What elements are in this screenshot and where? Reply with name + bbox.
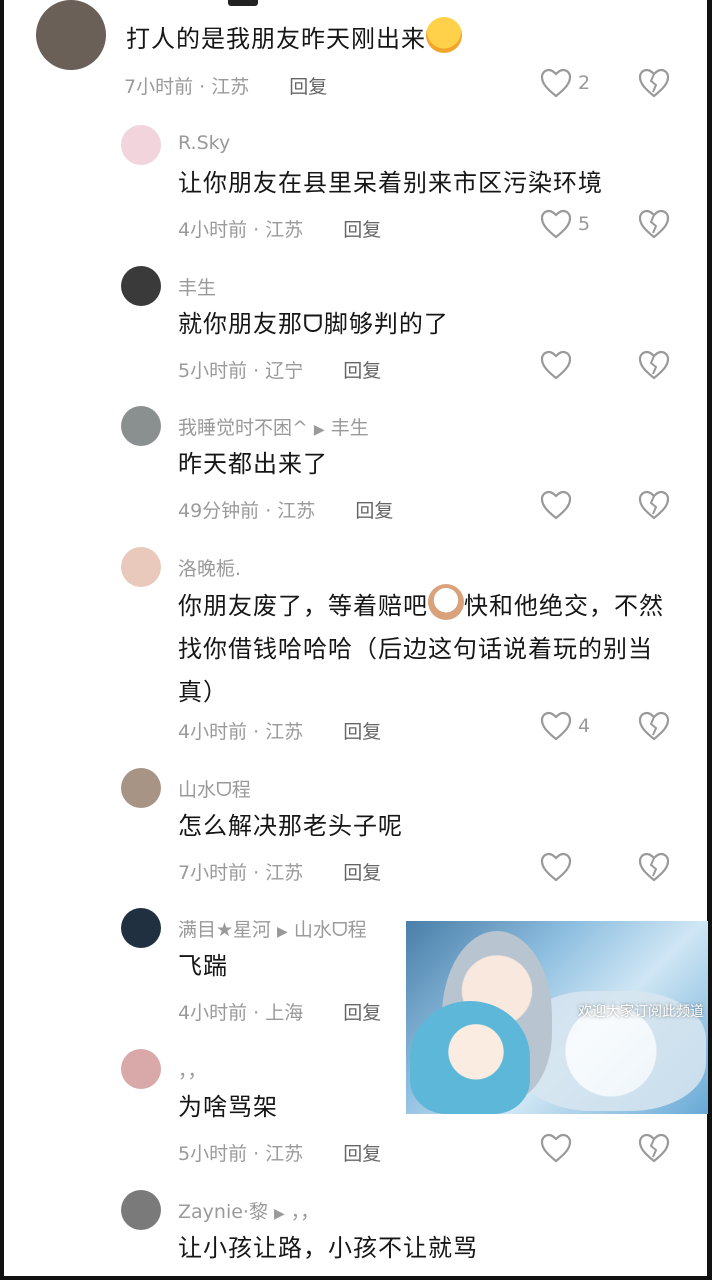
heart-outline-icon [540, 68, 572, 98]
like-button[interactable] [540, 350, 572, 380]
broken-heart-outline-icon [638, 490, 670, 520]
like-button[interactable]: 2 [540, 68, 590, 98]
play-triangle-icon: ▶ [277, 924, 288, 940]
broken-heart-outline-icon [638, 68, 670, 98]
broken-heart-outline-icon [638, 209, 670, 239]
like-count: 5 [578, 213, 591, 235]
reply-to-username[interactable]: 丰生 [331, 417, 369, 439]
reply-button[interactable]: 回复 [343, 721, 381, 743]
reply-button[interactable]: 回复 [343, 219, 381, 241]
comment-username[interactable]: R.Sky [178, 132, 230, 154]
dog-face-emoji-icon [428, 584, 464, 620]
comment-meta: 7小时前 · 江苏 回复 [178, 858, 381, 885]
broken-heart-outline-icon [638, 1133, 670, 1163]
comment-time-location: 7小时前 · 江苏 [178, 862, 304, 884]
status-notch [228, 0, 258, 6]
crying-laughing-emoji-icon [426, 17, 462, 53]
comment-username-text[interactable]: 满目★星河 [178, 919, 271, 941]
dislike-button[interactable] [638, 852, 670, 886]
comment-time-location: 5小时前 · 江苏 [178, 1143, 304, 1165]
comment-time-location: 49分钟前 · 江苏 [178, 500, 316, 522]
heart-outline-icon [540, 711, 572, 741]
play-triangle-icon: ▶ [313, 422, 325, 438]
reply-to-username[interactable]: 山水ᗜ程 [294, 919, 367, 941]
like-button[interactable] [540, 1133, 572, 1163]
play-triangle-icon: ▶ [273, 1206, 285, 1222]
video-watermark-caption: 欢迎大家订阅此频道 [578, 1004, 704, 1020]
heart-outline-icon [540, 490, 572, 520]
heart-outline-icon [540, 209, 572, 239]
like-button[interactable] [540, 490, 572, 520]
avatar[interactable] [36, 0, 106, 70]
reply-button[interactable]: 回复 [289, 76, 327, 98]
comment-username[interactable]: ，， [178, 1056, 207, 1083]
comment-username[interactable]: 丰生 [178, 273, 216, 300]
dislike-button[interactable] [638, 711, 670, 745]
like-button[interactable]: 4 [540, 711, 590, 741]
comment-meta: 7小时前 · 江苏 回复 [124, 72, 327, 99]
dislike-button[interactable] [638, 68, 670, 102]
comment-meta: 4小时前 · 江苏 回复 [178, 717, 381, 744]
avatar[interactable] [121, 125, 161, 165]
comment-username: 我睡觉时不困^ ▶ 丰生 [178, 413, 369, 440]
screen-border-left [0, 0, 4, 1280]
anime-illustration-part [410, 1001, 530, 1114]
heart-outline-icon [540, 852, 572, 882]
reply-button[interactable]: 回复 [343, 1002, 381, 1024]
heart-outline-icon [540, 1133, 572, 1163]
heart-outline-icon [540, 350, 572, 380]
floating-video-window[interactable]: 欢迎大家订阅此频道 [406, 921, 708, 1114]
comment-username[interactable]: 洛晚栀. [178, 554, 241, 581]
comment-time-location: 7小时前 · 江苏 [124, 76, 250, 98]
dislike-button[interactable] [638, 350, 670, 384]
avatar[interactable] [121, 908, 161, 948]
comment-time-location: 4小时前 · 江苏 [178, 721, 304, 743]
comment-meta: 4小时前 · 上海 回复 [178, 998, 381, 1025]
like-button[interactable] [540, 852, 572, 882]
comment-username[interactable]: 山水ᗜ程 [178, 775, 251, 802]
screen-border-bottom [0, 1276, 712, 1280]
comment-meta: 5小时前 · 江苏 回复 [178, 1139, 381, 1166]
reply-button[interactable]: 回复 [343, 1143, 381, 1165]
like-count: 4 [578, 715, 591, 737]
comment-text: 怎么解决那老头子呢 [178, 812, 403, 840]
reply-button[interactable]: 回复 [343, 862, 381, 884]
avatar[interactable] [121, 768, 161, 808]
comment-time-location: 4小时前 · 江苏 [178, 219, 304, 241]
comment-text: 让小孩让路，小孩不让就骂 [178, 1234, 478, 1262]
like-count: 2 [578, 72, 591, 94]
avatar[interactable] [121, 266, 161, 306]
comment-text: 就你朋友那ᗜ脚够判的了 [178, 310, 449, 338]
avatar[interactable] [121, 406, 161, 446]
comment-time-location: 4小时前 · 上海 [178, 1002, 304, 1024]
comment-meta: 49分钟前 · 江苏 回复 [178, 496, 393, 523]
dislike-button[interactable] [638, 209, 670, 243]
comment-username-text[interactable]: Zaynie·黎 [178, 1201, 268, 1223]
comment-meta: 4小时前 · 江苏 回复 [178, 215, 381, 242]
like-button[interactable]: 5 [540, 209, 590, 239]
comment-meta: 5小时前 · 辽宁 回复 [178, 356, 381, 383]
comment-username: Zaynie·黎 ▶ ，， [178, 1197, 319, 1224]
reply-button[interactable]: 回复 [355, 500, 393, 522]
comment-username-text[interactable]: 我睡觉时不困^ [178, 417, 308, 439]
comment-text: 让你朋友在县里呆着别来市区污染环境 [178, 169, 603, 197]
broken-heart-outline-icon [638, 711, 670, 741]
reply-button[interactable]: 回复 [343, 360, 381, 382]
avatar[interactable] [121, 547, 161, 587]
broken-heart-outline-icon [638, 852, 670, 882]
avatar[interactable] [121, 1049, 161, 1089]
reply-to-username[interactable]: ，， [291, 1201, 320, 1223]
dislike-button[interactable] [638, 490, 670, 524]
broken-heart-outline-icon [638, 350, 670, 380]
comment-text: 昨天都出来了 [178, 450, 328, 478]
comment-text: 打人的是我朋友昨天刚出来 [126, 17, 626, 61]
comment-time-location: 5小时前 · 辽宁 [178, 360, 304, 382]
comment-username: 满目★星河 ▶ 山水ᗜ程 [178, 915, 367, 942]
avatar[interactable] [121, 1190, 161, 1230]
dislike-button[interactable] [638, 1133, 670, 1167]
comment-text: 你朋友废了，等着赔吧 快和他绝交，不然找你借钱哈哈哈（后边这句话说着玩的别当真） [178, 584, 673, 714]
